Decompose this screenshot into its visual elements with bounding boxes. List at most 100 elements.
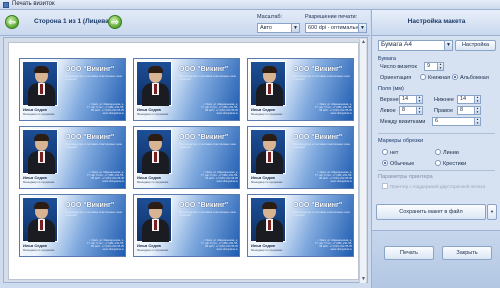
app-icon xyxy=(3,2,9,8)
save-layout-button[interactable]: Сохранить макет в файл xyxy=(376,204,486,220)
window-titlebar: Печать визиток xyxy=(0,0,500,10)
cut-lines-radio[interactable] xyxy=(435,149,441,155)
person-photo xyxy=(136,129,172,174)
bottom-margin-spinner[interactable]: 14 ▲ ▼ xyxy=(457,95,481,104)
card-contacts: г. Омск, ул. Маршальская, д. 77, оф. 5 т… xyxy=(86,239,124,252)
orientation-landscape-radio[interactable] xyxy=(452,74,458,80)
left-margin-spinner[interactable]: 8 ▲ ▼ xyxy=(399,106,423,115)
spinner-arrows-icon[interactable]: ▲ ▼ xyxy=(474,95,480,103)
business-card: ООО "Викинг" Производство и поставка плас… xyxy=(19,194,126,257)
card-contacts: г. Омск, ул. Маршальская, д. 77, оф. 5 т… xyxy=(86,171,124,184)
cut-none-radio[interactable] xyxy=(382,149,388,155)
card-person-position: Менеджер по продажам xyxy=(251,112,283,116)
chevron-down-icon: ▼ xyxy=(490,209,494,214)
person-photo xyxy=(136,61,172,106)
card-company: ООО "Викинг" xyxy=(293,134,343,141)
right-margin-spinner[interactable]: 8 ▲ ▼ xyxy=(457,106,481,115)
gap-label: Между визитками xyxy=(380,119,426,125)
business-card: ООО "Викинг" Производство и поставка плас… xyxy=(133,126,240,189)
card-tagline: Производство и поставка пластиковых окон… xyxy=(293,74,351,82)
orientation-label: Ориентация xyxy=(380,75,412,81)
divider xyxy=(378,170,495,171)
person-photo xyxy=(22,197,58,242)
print-button[interactable]: Печать xyxy=(384,246,434,260)
chevron-down-icon: ▼ xyxy=(358,24,366,32)
card-contacts: г. Омск, ул. Маршальская, д. 77, оф. 5 т… xyxy=(200,239,238,252)
business-card: ООО "Викинг" Производство и поставка плас… xyxy=(247,126,354,189)
card-contacts: г. Омск, ул. Маршальская, д. 77, оф. 5 т… xyxy=(314,103,352,116)
card-contacts: г. Омск, ул. Маршальская, д. 77, оф. 5 т… xyxy=(200,103,238,116)
divider xyxy=(378,133,495,134)
scale-value: Авто xyxy=(260,25,272,31)
save-options-dropdown[interactable]: ▼ xyxy=(487,204,497,220)
chevron-down-icon: ▼ xyxy=(444,41,452,50)
spinner-arrows-icon[interactable]: ▲ ▼ xyxy=(416,106,422,114)
scale-label: Масштаб: xyxy=(257,14,283,20)
card-company: ООО "Викинг" xyxy=(293,66,343,73)
spinner-arrows-icon[interactable]: ▲ ▼ xyxy=(437,62,443,70)
next-page-button[interactable]: ⇨ xyxy=(108,15,122,29)
business-card: ООО "Викинг" Производство и поставка плас… xyxy=(247,58,354,121)
card-person-position: Менеджер по продажам xyxy=(251,180,283,184)
cut-marks-section-title: Маркеры обрезки xyxy=(378,138,424,144)
prev-page-button[interactable]: ⇦ xyxy=(5,15,19,29)
business-card: ООО "Викинг" Производство и поставка плас… xyxy=(133,194,240,257)
card-person-position: Менеджер по продажам xyxy=(137,112,169,116)
person-photo xyxy=(250,197,286,242)
cut-normal-label: Обычные xyxy=(390,161,415,167)
duplex-checkbox[interactable] xyxy=(382,183,388,189)
scroll-down-icon[interactable]: ▼ xyxy=(360,276,367,283)
business-card: ООО "Викинг" Производство и поставка плас… xyxy=(247,194,354,257)
gap-value: 6 xyxy=(435,118,439,124)
scroll-up-icon[interactable]: ▲ xyxy=(360,39,367,46)
card-tagline: Производство и поставка пластиковых окон… xyxy=(65,74,123,82)
close-button[interactable]: Закрыть xyxy=(442,246,492,260)
card-company: ООО "Викинг" xyxy=(179,134,229,141)
margins-section-title: Поля (мм) xyxy=(378,86,404,92)
card-company: ООО "Викинг" xyxy=(65,134,115,141)
top-margin-value: 14 xyxy=(402,96,409,102)
business-card: ООО "Викинг" Производство и поставка плас… xyxy=(19,58,126,121)
card-tagline: Производство и поставка пластиковых окон… xyxy=(179,142,237,150)
resolution-select[interactable]: 600 dpi - оптимальное ▼ xyxy=(305,23,367,33)
cut-cross-label: Крестики xyxy=(443,161,467,167)
paper-select[interactable]: Бумага А4 ▼ xyxy=(378,40,453,51)
orientation-portrait-radio[interactable] xyxy=(420,74,426,80)
gap-spinner[interactable]: 6 ▲ ▼ xyxy=(432,117,481,126)
cut-cross-radio[interactable] xyxy=(435,160,441,166)
card-person-position: Менеджер по продажам xyxy=(23,248,55,252)
scale-select[interactable]: Авто ▼ xyxy=(257,23,300,33)
paper-settings-button[interactable]: Настройка xyxy=(455,40,496,51)
cards-count-value: 9 xyxy=(427,63,431,69)
orientation-landscape-label: Альбомная xyxy=(460,75,489,81)
card-tagline: Производство и поставка пластиковых окон… xyxy=(293,142,351,150)
card-tagline: Производство и поставка пластиковых окон… xyxy=(179,74,237,82)
spinner-arrows-icon[interactable]: ▲ ▼ xyxy=(416,95,422,103)
panel-footer: Печать Закрыть xyxy=(372,230,500,288)
card-tagline: Производство и поставка пластиковых окон… xyxy=(293,210,351,218)
left-margin-label: Левое xyxy=(380,108,396,114)
left-margin-value: 8 xyxy=(402,107,406,113)
cut-none-label: нет xyxy=(390,150,399,156)
cut-normal-radio[interactable] xyxy=(382,160,388,166)
cut-lines-label: Линии xyxy=(443,150,459,156)
vertical-scrollbar[interactable]: ▲ ▼ xyxy=(359,39,366,283)
card-contacts: г. Омск, ул. Маршальская, д. 77, оф. 5 т… xyxy=(314,239,352,252)
card-tagline: Производство и поставка пластиковых окон… xyxy=(65,210,123,218)
page-indicator: Сторона 1 из 1 (Лицевая) xyxy=(34,18,115,25)
window-title: Печать визиток xyxy=(12,1,55,7)
orientation-portrait-label: Книжная xyxy=(428,75,451,81)
preview-toolbar: ⇦ Сторона 1 из 1 (Лицевая) ⇨ Масштаб: Ав… xyxy=(0,10,370,36)
cards-count-spinner[interactable]: 9 ▲ ▼ xyxy=(424,62,444,71)
top-margin-spinner[interactable]: 14 ▲ ▼ xyxy=(399,95,423,104)
printer-section-title: Параметры принтера xyxy=(378,174,433,180)
arrow-right-icon: ⇨ xyxy=(111,17,119,27)
business-card: ООО "Викинг" Производство и поставка плас… xyxy=(19,126,126,189)
card-company: ООО "Викинг" xyxy=(65,66,115,73)
spinner-arrows-icon[interactable]: ▲ ▼ xyxy=(474,106,480,114)
paper-section-title: Бумага xyxy=(378,56,396,62)
card-contacts: г. Омск, ул. Маршальская, д. 77, оф. 5 т… xyxy=(314,171,352,184)
spinner-arrows-icon[interactable]: ▲ ▼ xyxy=(474,117,480,125)
card-tagline: Производство и поставка пластиковых окон… xyxy=(179,210,237,218)
chevron-down-icon: ▼ xyxy=(291,24,299,32)
